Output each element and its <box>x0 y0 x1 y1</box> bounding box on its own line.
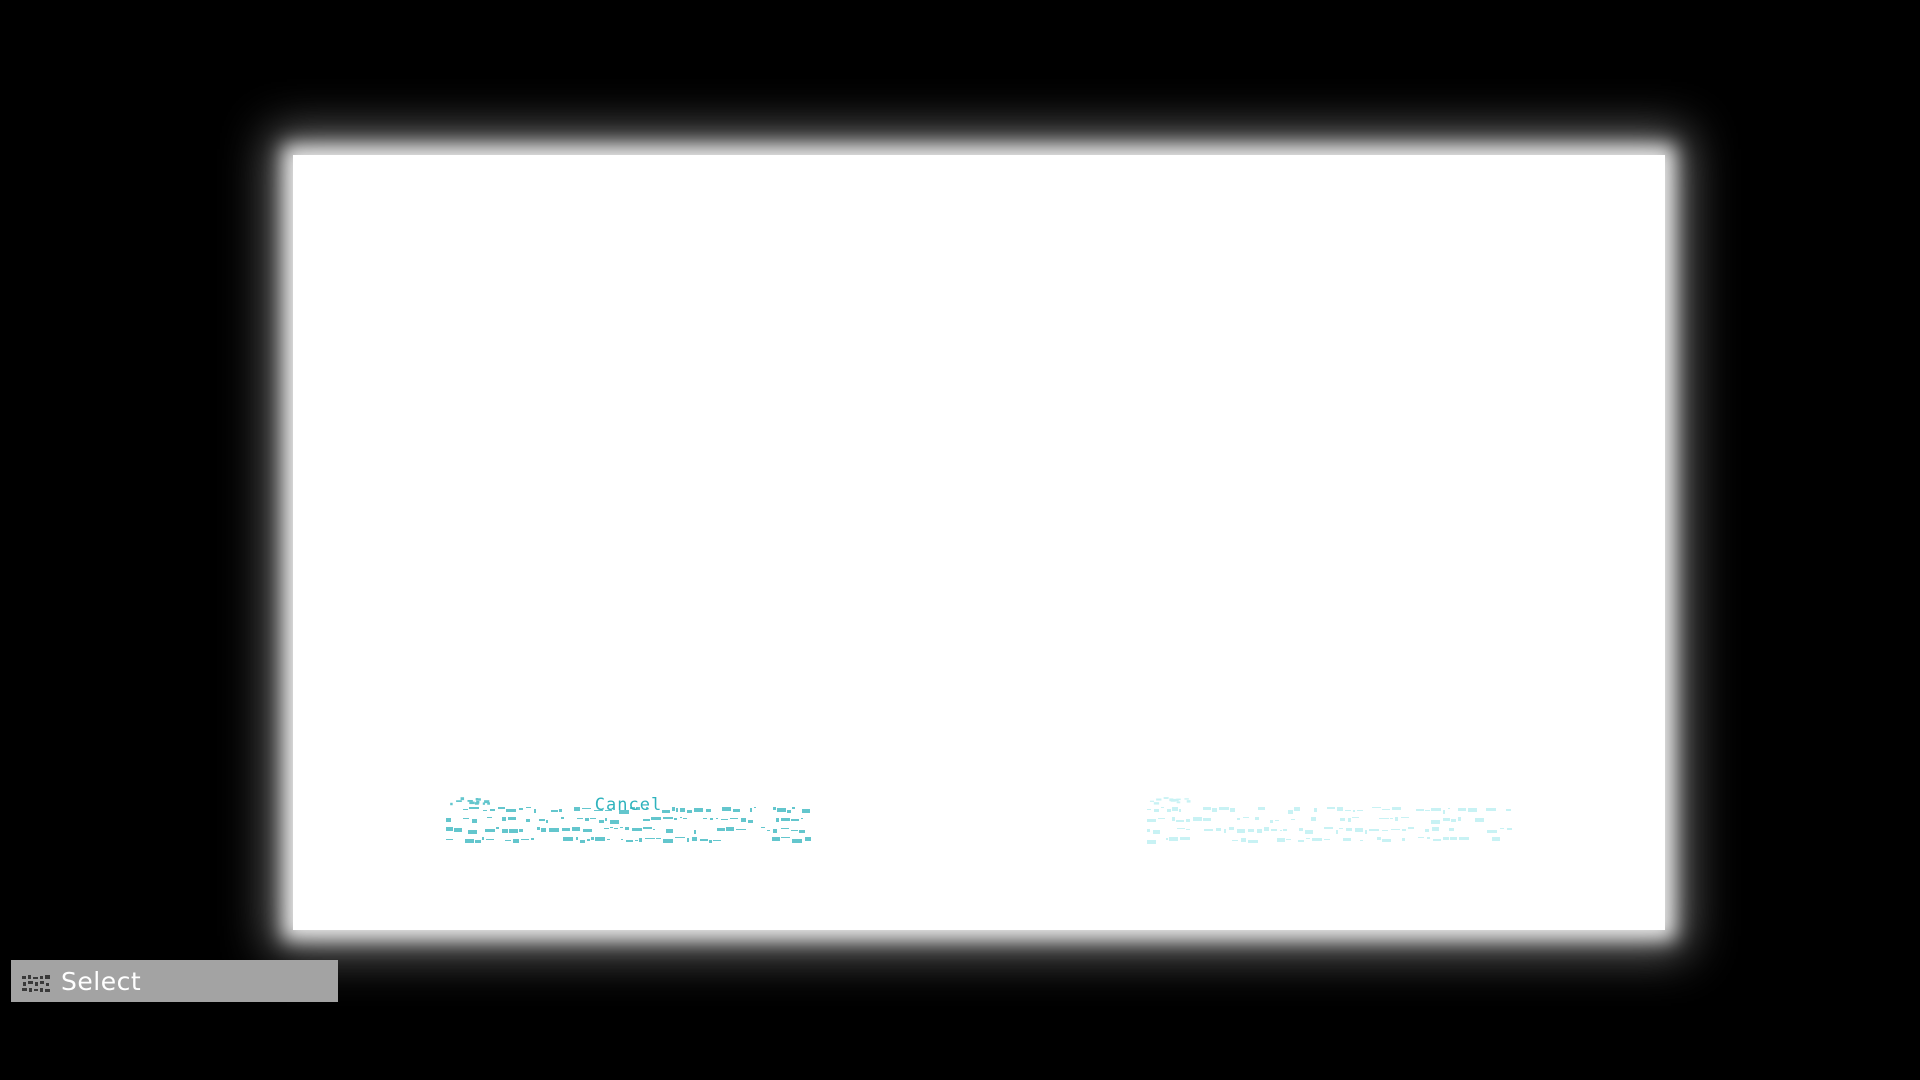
button-prompt-bar: Select <box>11 960 338 1002</box>
game-screen: Cancel Select <box>0 0 1920 1080</box>
confirm-option[interactable] <box>1147 795 1512 847</box>
cancel-option[interactable]: Cancel <box>446 795 811 847</box>
cancel-label: Cancel <box>594 795 663 815</box>
dialog-panel: Cancel <box>293 155 1665 930</box>
glitch-texture-right <box>1147 797 1512 844</box>
select-prompt-label: Select <box>61 966 142 996</box>
controller-button-icon <box>22 975 50 992</box>
